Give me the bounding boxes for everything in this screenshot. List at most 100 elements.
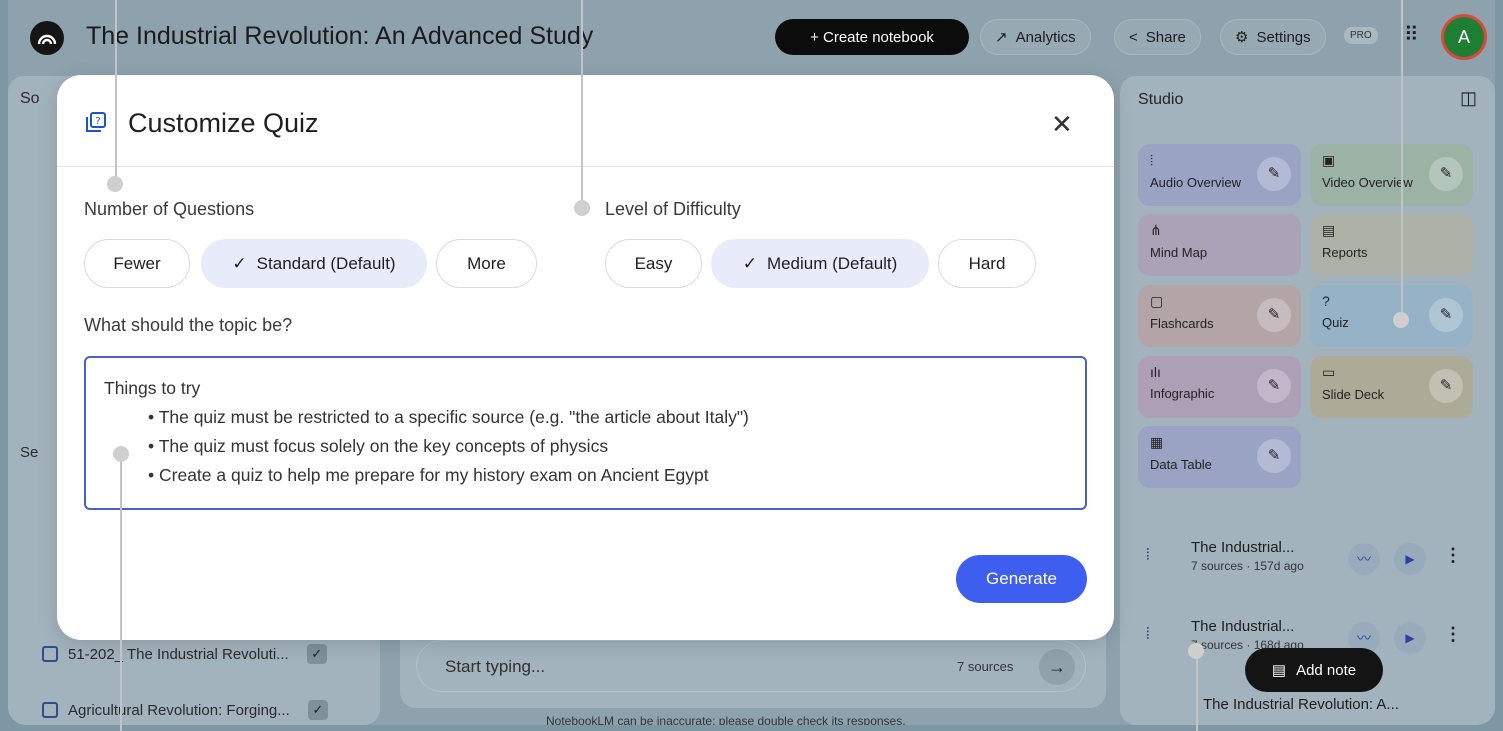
source-count: 7 sources: [957, 659, 1014, 674]
analytics-label: Analytics: [1015, 28, 1076, 46]
disclaimer-text: NotebookLM can be inaccurate; please dou…: [546, 714, 906, 725]
placeholder-tips: The quiz must be restricted to a specifi…: [104, 403, 1067, 490]
share-label: Share: [1145, 28, 1186, 46]
pencil-icon[interactable]: ✎: [1257, 157, 1291, 191]
annotation-dot: [574, 200, 590, 216]
chip-easy[interactable]: Easy: [605, 239, 702, 288]
annotation-line: [1401, 0, 1403, 312]
pencil-icon[interactable]: ✎: [1257, 369, 1291, 403]
analytics-button[interactable]: ↗ Analytics: [980, 19, 1091, 55]
more-vert-icon[interactable]: ⋮: [1444, 545, 1462, 566]
sources-section-label: Se: [20, 444, 39, 461]
create-notebook-button[interactable]: + Create notebook: [775, 19, 969, 55]
note-icon: ▤: [1271, 662, 1287, 679]
studio-header: Studio: [1138, 91, 1184, 108]
audio-icon: ⦙: [1146, 626, 1150, 643]
mindmap-icon: ⋔: [1150, 222, 1162, 238]
placeholder-tip: The quiz must focus solely on the key co…: [148, 432, 1067, 461]
generate-button[interactable]: Generate: [956, 555, 1087, 603]
top-bar: The Industrial Revolution: An Advanced S…: [8, 0, 1495, 72]
pencil-icon[interactable]: ✎: [1429, 298, 1463, 332]
pro-badge: PRO: [1344, 27, 1378, 44]
generated-item-meta: 7 sources · 157d ago: [1191, 559, 1304, 573]
settings-button[interactable]: ⚙ Settings: [1220, 19, 1326, 55]
checkbox[interactable]: ✓: [307, 700, 328, 720]
panel-collapse-icon[interactable]: ◫: [1460, 88, 1477, 109]
generated-item-title: The Industrial...: [1191, 618, 1295, 635]
sources-header: So: [20, 90, 40, 107]
annotation-dot: [113, 446, 129, 462]
tile-slide-deck[interactable]: ▭ Slide Deck ✎: [1310, 356, 1473, 418]
tile-infographic[interactable]: ılı Infographic ✎: [1138, 356, 1301, 418]
tile-mind-map[interactable]: ⋔ Mind Map: [1138, 214, 1301, 276]
share-button[interactable]: < Share: [1114, 19, 1201, 55]
generated-item[interactable]: ⦙ The Industrial... 7 sources · 157d ago…: [1136, 535, 1476, 585]
topic-label: What should the topic be?: [84, 315, 293, 335]
tile-label: Mind Map: [1150, 245, 1208, 260]
quiz-icon: ?: [1322, 293, 1330, 309]
play-icon[interactable]: ▶: [1394, 543, 1426, 575]
settings-label: Settings: [1256, 28, 1311, 46]
notebooklm-logo-icon[interactable]: [30, 21, 64, 55]
chat-placeholder: Start typing...: [445, 657, 546, 676]
pencil-icon[interactable]: ✎: [1257, 298, 1291, 332]
chip-medium[interactable]: ✓ Medium (Default): [711, 239, 929, 288]
annotation-line: [581, 0, 583, 200]
source-item[interactable]: Agricultural Revolution: Forging... ✓: [42, 700, 328, 720]
chip-label: Easy: [634, 253, 673, 273]
check-icon: ✓: [232, 253, 247, 273]
document-icon: [42, 646, 58, 662]
chip-fewer[interactable]: Fewer: [84, 239, 190, 288]
customize-quiz-dialog: ? Customize Quiz ✕ Number of Questions F…: [57, 75, 1114, 640]
chip-label: Standard (Default): [256, 253, 396, 273]
pencil-icon[interactable]: ✎: [1257, 439, 1291, 473]
source-item[interactable]: 51-202_ The Industrial Revoluti... ✓: [42, 644, 327, 664]
topic-input[interactable]: Things to try The quiz must be restricte…: [84, 356, 1087, 510]
chip-label: Fewer: [113, 253, 161, 273]
chip-more[interactable]: More: [436, 239, 537, 288]
generated-item-title[interactable]: The Industrial Revolution: A...: [1203, 696, 1399, 713]
tile-data-table[interactable]: ▦ Data Table ✎: [1138, 426, 1301, 488]
send-arrow-icon[interactable]: →: [1039, 649, 1075, 685]
difficulty-label: Level of Difficulty: [605, 199, 741, 219]
avatar[interactable]: A: [1444, 17, 1484, 57]
apps-grid-icon[interactable]: ⠿: [1404, 22, 1419, 47]
dialog-header: ? Customize Quiz ✕: [57, 75, 1114, 167]
chip-label: More: [467, 253, 506, 273]
annotation-dot: [1188, 643, 1204, 659]
infographic-icon: ılı: [1150, 364, 1161, 380]
dialog-title: Customize Quiz: [128, 108, 319, 138]
more-vert-icon[interactable]: ⋮: [1444, 624, 1462, 645]
video-icon: ▣: [1322, 152, 1336, 168]
checkbox[interactable]: ✓: [306, 644, 327, 664]
svg-text:?: ?: [95, 116, 100, 127]
chat-input[interactable]: Start typing... 7 sources →: [416, 640, 1086, 692]
play-icon[interactable]: ▶: [1394, 622, 1426, 654]
reports-icon: ▤: [1322, 222, 1336, 238]
placeholder-tip: Create a quiz to help me prepare for my …: [148, 461, 1067, 490]
close-icon[interactable]: ✕: [1051, 109, 1073, 140]
flashcards-icon: ▢: [1150, 293, 1164, 309]
placeholder-heading: Things to try: [104, 378, 201, 398]
data-table-icon: ▦: [1150, 434, 1164, 450]
interactive-mode-icon[interactable]: 〰: [1348, 543, 1380, 575]
tile-flashcards[interactable]: ▢ Flashcards ✎: [1138, 285, 1301, 347]
document-icon: [42, 702, 58, 718]
gear-icon: ⚙: [1235, 29, 1249, 46]
tile-video-overview[interactable]: ▣ Video Overview ✎: [1310, 144, 1473, 206]
chip-standard[interactable]: ✓ Standard (Default): [201, 239, 427, 288]
audio-icon: ⦙: [1150, 152, 1154, 168]
add-note-button[interactable]: ▤ Add note: [1245, 648, 1383, 692]
pencil-icon[interactable]: ✎: [1429, 157, 1463, 191]
generated-item-title: The Industrial...: [1191, 539, 1295, 556]
notebook-title[interactable]: The Industrial Revolution: An Advanced S…: [86, 22, 593, 51]
pencil-icon[interactable]: ✎: [1429, 369, 1463, 403]
chip-label: Medium (Default): [766, 253, 898, 273]
quiz-icon: ?: [85, 111, 107, 133]
tile-audio-overview[interactable]: ⦙ Audio Overview ✎: [1138, 144, 1301, 206]
chip-hard[interactable]: Hard: [938, 239, 1036, 288]
check-icon: ✓: [742, 253, 757, 273]
chip-label: Hard: [968, 253, 1006, 273]
tile-quiz[interactable]: ? Quiz ✎: [1310, 285, 1473, 347]
tile-reports[interactable]: ▤ Reports: [1310, 214, 1473, 276]
